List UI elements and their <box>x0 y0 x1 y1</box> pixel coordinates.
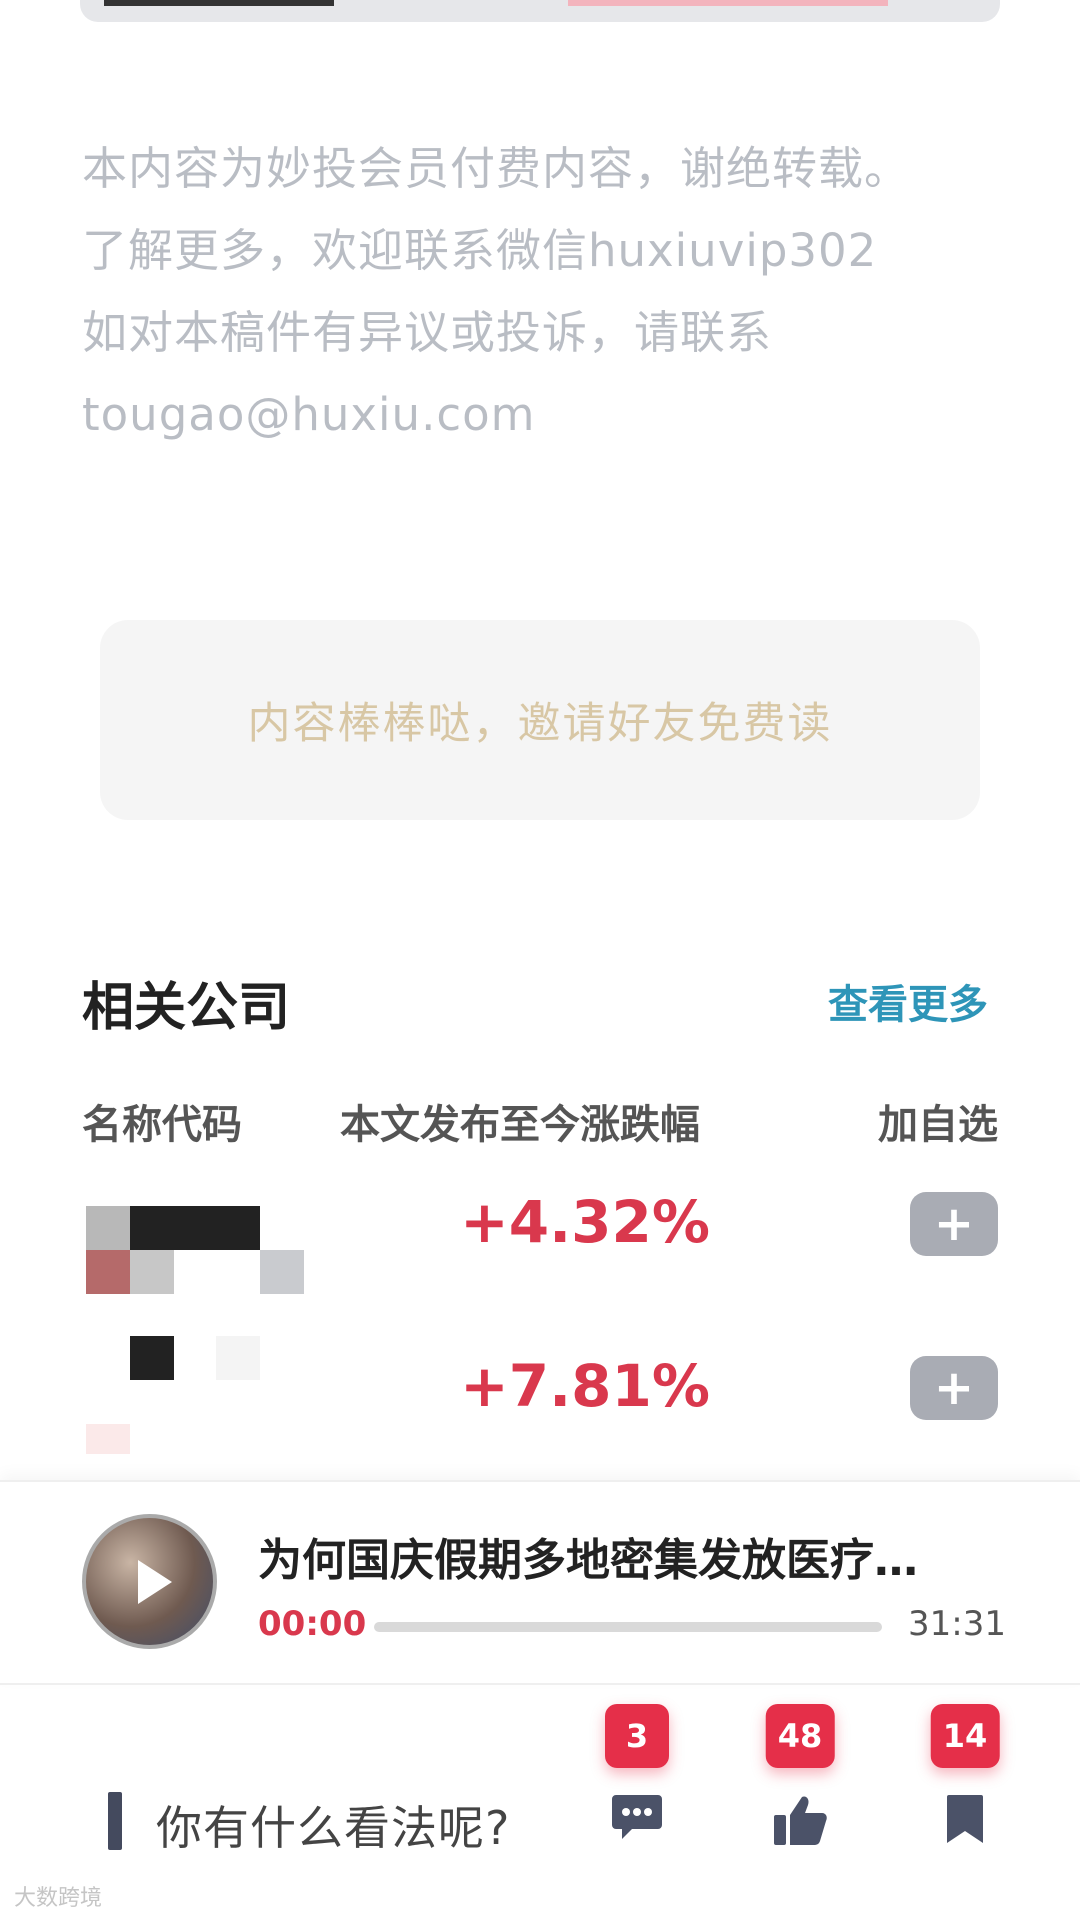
play-icon <box>137 1559 172 1604</box>
plus-icon: + <box>933 1196 975 1252</box>
bookmark-button[interactable]: 14 <box>910 1690 1020 1890</box>
invite-label: 内容棒棒哒，邀请好友免费读 <box>247 699 833 749</box>
progress-bar[interactable] <box>374 1622 882 1632</box>
plus-icon: + <box>933 1360 975 1416</box>
total-time: 31:31 <box>908 1604 1006 1644</box>
disclaimer-line: 如对本稿件有异议或投诉，请联系 <box>82 306 773 359</box>
stock-name-redacted[interactable] <box>86 1206 306 1296</box>
column-header-add: 加自选 <box>878 1102 998 1148</box>
audio-player: 为何国庆假期多地密集发放医疗… 00:00 31:31 <box>0 1480 1080 1685</box>
like-count-badge: 48 <box>765 1704 835 1768</box>
invite-friends-button[interactable]: 内容棒棒哒，邀请好友免费读 <box>100 620 980 820</box>
stock-change-value: +7.81% <box>460 1352 710 1420</box>
add-watchlist-button[interactable]: + <box>910 1192 998 1256</box>
audio-title[interactable]: 为何国庆假期多地密集发放医疗… <box>258 1524 993 1588</box>
current-time: 00:00 <box>258 1604 367 1644</box>
column-header-name: 名称代码 <box>82 1102 242 1148</box>
bottom-action-bar: 你有什么看法呢? 3 48 14 <box>0 1690 1080 1920</box>
disclaimer-line: 了解更多，欢迎联系微信huxiuvip302 <box>82 224 878 277</box>
column-header-change: 本文发布至今涨跌幅 <box>340 1102 700 1148</box>
watermark: 大数跨境 <box>14 1886 103 1911</box>
like-button[interactable]: 48 <box>745 1690 855 1890</box>
comment-input[interactable]: 你有什么看法呢? <box>156 1792 510 1858</box>
stock-name-redacted[interactable] <box>86 1336 306 1454</box>
bookmark-count-badge: 14 <box>930 1704 1000 1768</box>
view-more-link[interactable]: 查看更多 <box>828 972 988 1030</box>
thumbs-up-icon <box>774 1796 827 1845</box>
image-edge-segment <box>104 0 334 6</box>
disclaimer-line: 本内容为妙投会员付费内容，谢绝转载。 <box>82 142 911 195</box>
bookmark-icon <box>947 1795 983 1843</box>
comment-input-marker <box>108 1792 122 1850</box>
play-button[interactable] <box>82 1514 217 1649</box>
comment-icon <box>612 1795 662 1839</box>
add-watchlist-button[interactable]: + <box>910 1356 998 1420</box>
stock-change-value: +4.32% <box>460 1188 710 1256</box>
disclaimer-line: tougao@huxiu.com <box>82 388 536 441</box>
copyright-disclaimer: 本内容为妙投会员付费内容，谢绝转载。 了解更多，欢迎联系微信huxiuvip30… <box>82 128 1022 456</box>
comment-button[interactable]: 3 <box>582 1690 692 1890</box>
comment-count-badge: 3 <box>605 1704 669 1768</box>
image-edge-segment <box>568 0 888 6</box>
related-companies-title: 相关公司 <box>82 978 291 1038</box>
top-image-edge <box>80 0 1000 22</box>
